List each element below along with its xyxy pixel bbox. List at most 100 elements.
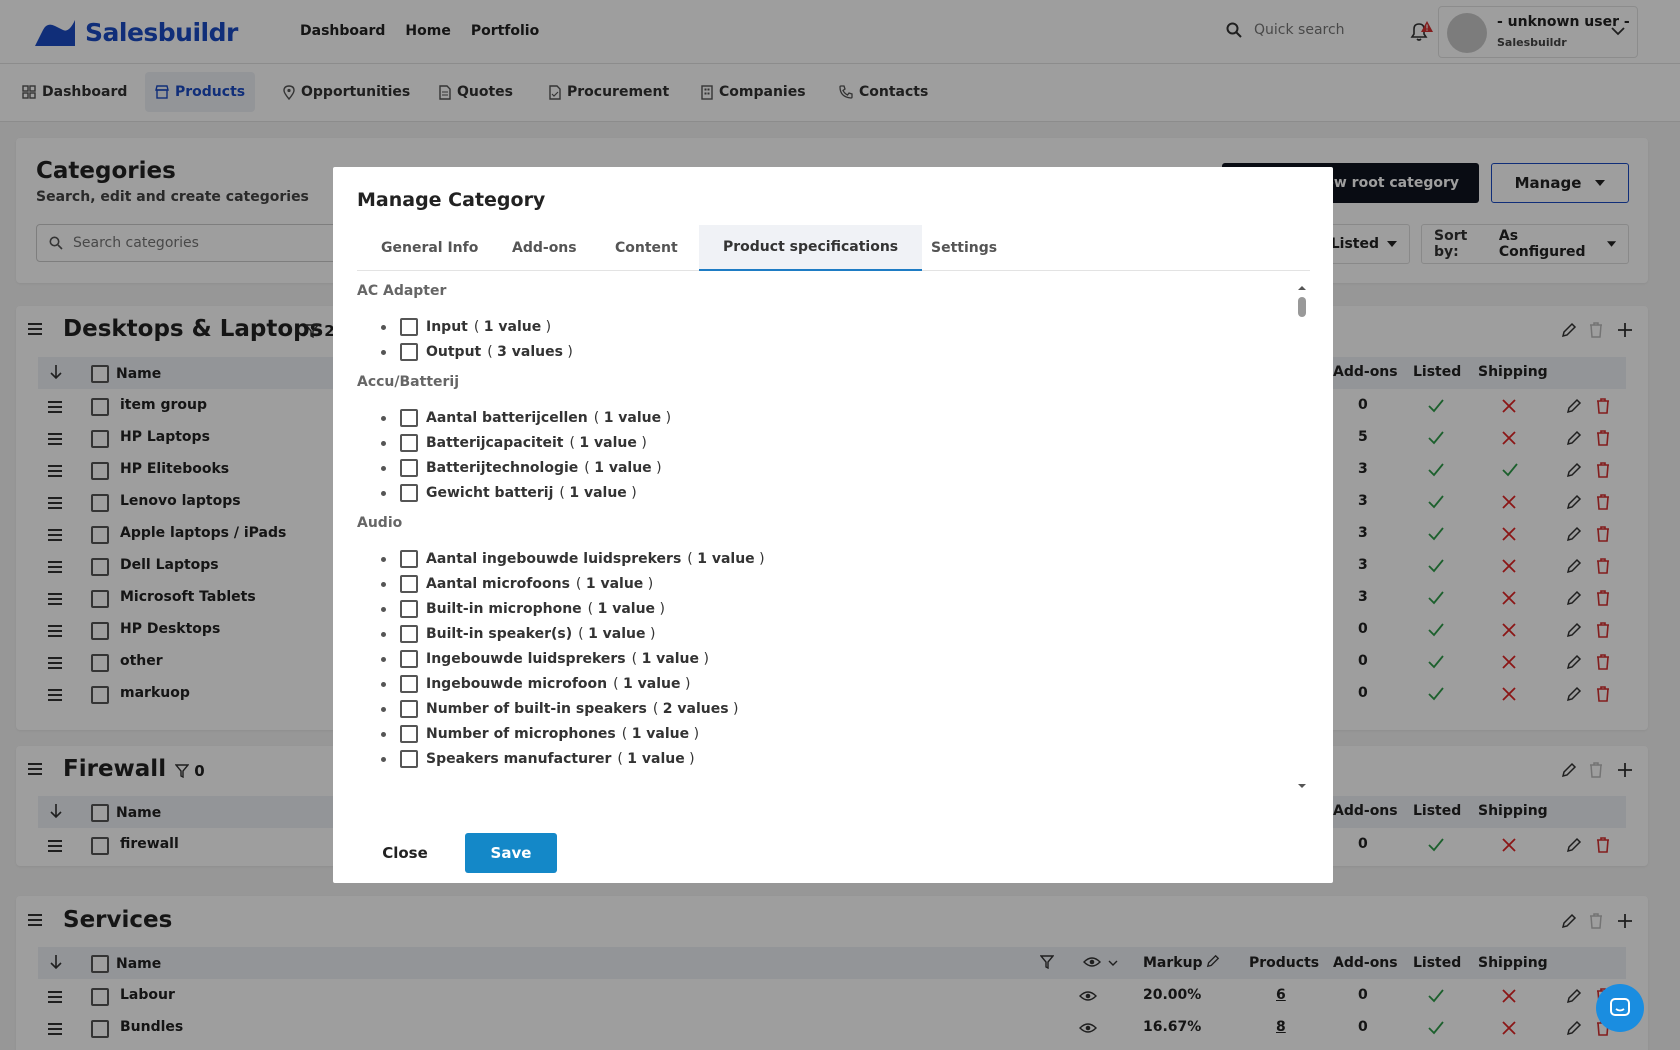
spec-value-count: ( 1 value ) bbox=[687, 551, 765, 567]
spec-checkbox[interactable] bbox=[400, 318, 418, 336]
spec-count-value: 1 value bbox=[569, 485, 627, 501]
bullet-icon bbox=[381, 490, 386, 496]
spec-count-value: 1 value bbox=[483, 319, 542, 335]
bullet-icon bbox=[381, 756, 386, 762]
spec-count-value: 3 values bbox=[497, 344, 563, 360]
spec-count-value: 1 value bbox=[627, 751, 685, 767]
spec-count-value: 1 value bbox=[597, 601, 656, 617]
manage-category-modal: Manage Category General Info Add-ons Con… bbox=[333, 167, 1333, 883]
spec-checkbox[interactable] bbox=[400, 575, 418, 593]
bullet-icon bbox=[381, 556, 386, 562]
spec-checkbox[interactable] bbox=[400, 625, 418, 643]
spec-count-value: 1 value bbox=[641, 651, 700, 667]
bullet-icon bbox=[381, 706, 386, 712]
spec-name: Batterijcapaciteit bbox=[426, 435, 564, 451]
spec-checkbox[interactable] bbox=[400, 343, 418, 361]
spec-item[interactable]: Speakers manufacturer ( 1 value ) bbox=[381, 748, 695, 770]
spec-item[interactable]: Ingebouwde luidsprekers ( 1 value ) bbox=[381, 648, 709, 670]
spec-group-label: Accu/Batterij bbox=[357, 374, 460, 390]
bullet-icon bbox=[381, 631, 386, 637]
spec-checkbox[interactable] bbox=[400, 600, 418, 618]
spec-item[interactable]: Aantal microfoons ( 1 value ) bbox=[381, 573, 653, 595]
spec-count-value: 1 value bbox=[579, 435, 637, 451]
spec-checkbox[interactable] bbox=[400, 550, 418, 568]
spec-checkbox[interactable] bbox=[400, 725, 418, 743]
bullet-icon bbox=[381, 415, 386, 421]
spec-group-label: Audio bbox=[357, 515, 403, 531]
tab-settings[interactable]: Settings bbox=[907, 225, 1021, 271]
spec-item[interactable]: Aantal ingebouwde luidsprekers ( 1 value … bbox=[381, 548, 765, 570]
spec-value-count: ( 1 value ) bbox=[584, 460, 662, 476]
spec-item[interactable]: Output ( 3 values ) bbox=[381, 341, 573, 363]
bullet-icon bbox=[381, 324, 386, 330]
spec-item[interactable]: Built-in microphone ( 1 value ) bbox=[381, 598, 665, 620]
bullet-icon bbox=[381, 440, 386, 446]
spec-count-value: 2 values bbox=[662, 701, 729, 717]
spec-name: Aantal batterijcellen bbox=[426, 410, 588, 426]
spec-item[interactable]: Gewicht batterij ( 1 value ) bbox=[381, 482, 637, 504]
spec-checkbox[interactable] bbox=[400, 484, 418, 502]
product-specifications-list[interactable]: AC Adapter Input ( 1 value ) Output ( 3 valu… bbox=[357, 283, 1310, 793]
save-button[interactable]: Save bbox=[465, 833, 557, 873]
spec-count-value: 1 value bbox=[585, 576, 644, 592]
spec-value-count: ( 1 value ) bbox=[587, 601, 665, 617]
spec-value-count: ( 1 value ) bbox=[559, 485, 637, 501]
spec-name: Aantal microfoons bbox=[426, 576, 570, 592]
spec-checkbox[interactable] bbox=[400, 675, 418, 693]
spec-list-scrollbar[interactable] bbox=[1295, 283, 1309, 791]
modal-tabs: General Info Add-ons Content Product spe… bbox=[357, 225, 1310, 271]
tab-content[interactable]: Content bbox=[591, 225, 702, 271]
spec-count-value: 1 value bbox=[697, 551, 755, 567]
spec-name: Gewicht batterij bbox=[426, 485, 554, 501]
spec-name: Built-in microphone bbox=[426, 601, 582, 617]
spec-item[interactable]: Batterijtechnologie ( 1 value ) bbox=[381, 457, 662, 479]
spec-name: Number of microphones bbox=[426, 726, 616, 742]
spec-count-value: 1 value bbox=[603, 410, 662, 426]
spec-name: Output bbox=[426, 344, 482, 360]
close-button[interactable]: Close bbox=[357, 833, 453, 873]
spec-checkbox[interactable] bbox=[400, 434, 418, 452]
spec-name: Ingebouwde luidsprekers bbox=[426, 651, 626, 667]
chat-icon bbox=[1610, 998, 1630, 1016]
bullet-icon bbox=[381, 581, 386, 587]
spec-item[interactable]: Batterijcapaciteit ( 1 value ) bbox=[381, 432, 647, 454]
tab-product-specifications[interactable]: Product specifications bbox=[699, 225, 923, 271]
spec-count-value: 1 value bbox=[588, 626, 646, 642]
spec-name: Ingebouwde microfoon bbox=[426, 676, 608, 692]
spec-value-count: ( 1 value ) bbox=[578, 626, 656, 642]
spec-checkbox[interactable] bbox=[400, 700, 418, 718]
spec-value-count: ( 1 value ) bbox=[593, 410, 672, 426]
spec-item[interactable]: Aantal batterijcellen ( 1 value ) bbox=[381, 407, 671, 429]
spec-name: Batterijtechnologie bbox=[426, 460, 579, 476]
modal-title: Manage Category bbox=[357, 189, 546, 211]
spec-item[interactable]: Input ( 1 value ) bbox=[381, 316, 551, 338]
spec-item[interactable]: Number of built-in speakers ( 2 values ) bbox=[381, 698, 738, 720]
spec-checkbox[interactable] bbox=[400, 650, 418, 668]
spec-item[interactable]: Number of microphones ( 1 value ) bbox=[381, 723, 699, 745]
chat-launcher-button[interactable] bbox=[1596, 984, 1644, 1032]
spec-item[interactable]: Ingebouwde microfoon ( 1 value ) bbox=[381, 673, 690, 695]
spec-name: Number of built-in speakers bbox=[426, 701, 647, 717]
bullet-icon bbox=[381, 681, 386, 687]
spec-checkbox[interactable] bbox=[400, 459, 418, 477]
spec-value-count: ( 1 value ) bbox=[569, 435, 647, 451]
spec-value-count: ( 1 value ) bbox=[621, 726, 700, 742]
spec-group-label: AC Adapter bbox=[357, 283, 447, 299]
bullet-icon bbox=[381, 731, 386, 737]
spec-count-value: 1 value bbox=[631, 726, 690, 742]
spec-count-value: 1 value bbox=[623, 676, 681, 692]
scrollbar-graphic bbox=[1298, 286, 1306, 788]
spec-name: Built-in speaker(s) bbox=[426, 626, 573, 642]
spec-checkbox[interactable] bbox=[400, 750, 418, 768]
spec-name: Input bbox=[426, 319, 468, 335]
tab-add-ons[interactable]: Add-ons bbox=[488, 225, 601, 271]
spec-value-count: ( 1 value ) bbox=[613, 676, 691, 692]
bullet-icon bbox=[381, 465, 386, 471]
spec-count-value: 1 value bbox=[594, 460, 652, 476]
spec-value-count: ( 1 value ) bbox=[575, 576, 654, 592]
bullet-icon bbox=[381, 606, 386, 612]
spec-checkbox[interactable] bbox=[400, 409, 418, 427]
spec-value-count: ( 1 value ) bbox=[473, 319, 552, 335]
spec-item[interactable]: Built-in speaker(s) ( 1 value ) bbox=[381, 623, 655, 645]
tab-general-info[interactable]: General Info bbox=[357, 225, 502, 271]
